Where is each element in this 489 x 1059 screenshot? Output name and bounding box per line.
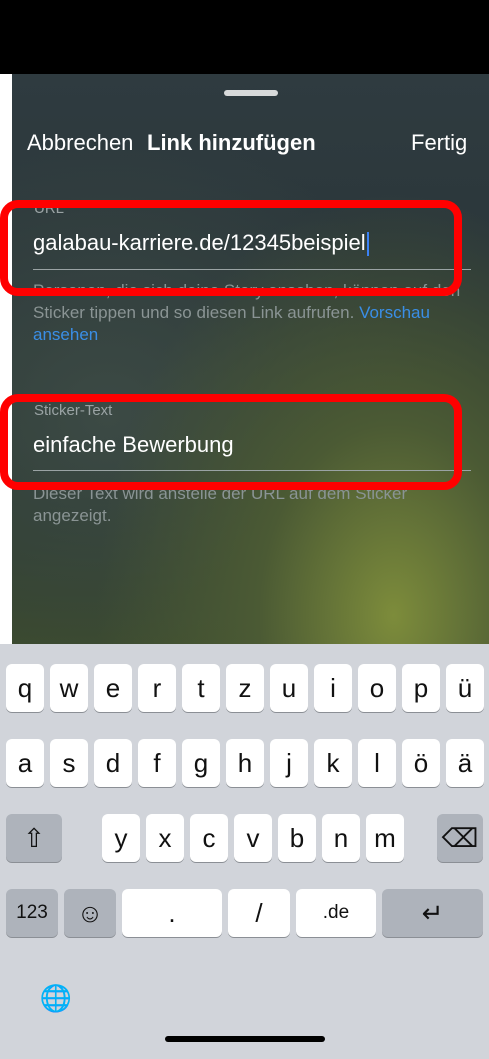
key-d[interactable]: d [94, 739, 132, 787]
link-sticker-sheet: Abbrechen Link hinzufügen Fertig URL gal… [12, 74, 489, 644]
return-icon[interactable]: ↵ [382, 889, 483, 937]
key-g[interactable]: g [182, 739, 220, 787]
key-x[interactable]: x [146, 814, 184, 862]
sheet-grabber[interactable] [224, 90, 278, 96]
key-z[interactable]: z [226, 664, 264, 712]
key-m[interactable]: m [366, 814, 404, 862]
keyboard: q w e r t z u i o p ü a s d f g h j k l … [0, 644, 489, 1059]
key-c[interactable]: c [190, 814, 228, 862]
numbers-key[interactable]: 123 [6, 889, 58, 937]
shift-icon[interactable]: ⇧ [6, 814, 62, 862]
key-p[interactable]: p [402, 664, 440, 712]
key-q[interactable]: q [6, 664, 44, 712]
url-field-highlight [0, 200, 462, 296]
delete-icon[interactable]: ⌫ [437, 814, 483, 862]
key-y[interactable]: y [102, 814, 140, 862]
home-indicator[interactable] [165, 1036, 325, 1042]
status-bar [0, 0, 489, 74]
key-oe[interactable]: ö [402, 739, 440, 787]
key-k[interactable]: k [314, 739, 352, 787]
key-ae[interactable]: ä [446, 739, 484, 787]
sticker-field-highlight [0, 394, 462, 490]
cancel-button[interactable]: Abbrechen [27, 130, 133, 156]
key-i[interactable]: i [314, 664, 352, 712]
domain-key[interactable]: .de [296, 889, 376, 937]
key-ue[interactable]: ü [446, 664, 484, 712]
key-b[interactable]: b [278, 814, 316, 862]
key-u[interactable]: u [270, 664, 308, 712]
key-e[interactable]: e [94, 664, 132, 712]
key-s[interactable]: s [50, 739, 88, 787]
slash-key[interactable]: / [228, 889, 290, 937]
key-n[interactable]: n [322, 814, 360, 862]
key-a[interactable]: a [6, 739, 44, 787]
key-t[interactable]: t [182, 664, 220, 712]
key-j[interactable]: j [270, 739, 308, 787]
period-key[interactable]: . [122, 889, 222, 937]
emoji-icon[interactable]: ☺ [64, 889, 116, 937]
key-o[interactable]: o [358, 664, 396, 712]
sheet-title: Link hinzufügen [147, 130, 316, 155]
done-button[interactable]: Fertig [411, 130, 467, 156]
key-l[interactable]: l [358, 739, 396, 787]
key-w[interactable]: w [50, 664, 88, 712]
key-v[interactable]: v [234, 814, 272, 862]
key-r[interactable]: r [138, 664, 176, 712]
key-h[interactable]: h [226, 739, 264, 787]
globe-icon[interactable]: 🌐 [30, 974, 82, 1022]
key-f[interactable]: f [138, 739, 176, 787]
